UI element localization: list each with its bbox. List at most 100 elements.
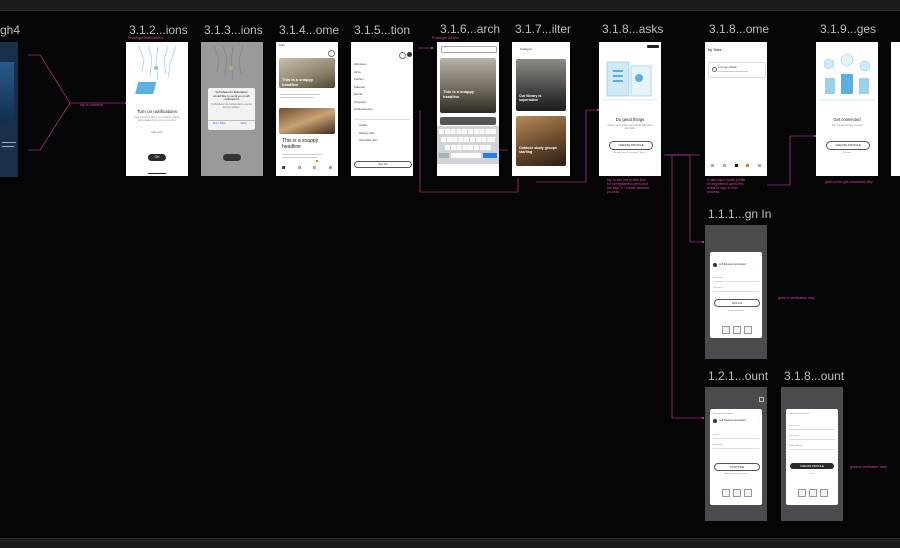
- frame-partial[interactable]: [891, 42, 900, 176]
- facebook-icon[interactable]: [722, 326, 730, 334]
- terms-link[interactable]: Terms: [786, 473, 838, 475]
- frame-label[interactable]: 1.1.1...gn In: [708, 207, 771, 221]
- ok-button[interactable]: OK: [148, 154, 166, 161]
- frame-home-feed[interactable]: 9:41 This is a snappy headline This is a…: [276, 42, 338, 176]
- last-name-field[interactable]: Last name: [789, 435, 799, 437]
- frame-search[interactable]: This is a snappy headline: [437, 42, 499, 176]
- frame-label[interactable]: 3.1.5...tion: [354, 23, 410, 37]
- create-profile-button[interactable]: CREATE PROFILE: [826, 141, 870, 150]
- sub-menu-item[interactable]: Update: [354, 122, 378, 130]
- frame-label[interactable]: 3.1.2...ions: [129, 23, 188, 37]
- create-profile-button[interactable]: CREATE PROFILE: [609, 141, 653, 150]
- frame-get-connected[interactable]: Get connected Join groups and stay in to…: [816, 42, 878, 176]
- school-name[interactable]: Jeff Measure Education: [719, 263, 746, 266]
- close-icon[interactable]: [399, 52, 406, 59]
- email-field[interactable]: Email: [713, 434, 718, 436]
- forgot-password-link[interactable]: Forgot password?: [710, 310, 762, 312]
- keyboard[interactable]: [437, 126, 499, 164]
- notifications-tab-icon[interactable]: [746, 164, 750, 167]
- allow-button[interactable]: Allow: [232, 122, 255, 125]
- chevron-down-icon[interactable]: ⌄: [758, 420, 760, 423]
- frame-label[interactable]: 3.1.8...ome: [709, 22, 769, 36]
- sub-menu-item[interactable]: Information Item: [354, 137, 378, 145]
- home-tab-icon[interactable]: [711, 164, 714, 167]
- profile-icon[interactable]: [328, 50, 335, 57]
- have-account-link[interactable]: Already have an account?: [710, 473, 762, 475]
- username-field[interactable]: Username: [713, 277, 723, 279]
- frame-create-profile[interactable]: First name Last name Email address CREAT…: [781, 387, 843, 521]
- menu-tab-icon[interactable]: [328, 166, 332, 169]
- frame-label[interactable]: 3.1.4...ome: [279, 23, 339, 37]
- frame-label[interactable]: 1.2.1...ount: [708, 369, 768, 383]
- google-icon[interactable]: [733, 489, 741, 497]
- settings-icon[interactable]: [759, 397, 764, 402]
- linkedin-icon[interactable]: [820, 489, 828, 497]
- sign-out-button[interactable]: Sign Out: [354, 161, 412, 168]
- facebook-icon[interactable]: [722, 489, 730, 497]
- tasks-tab-icon[interactable]: [734, 164, 738, 167]
- prototype-note[interactable]: goes to verification step: [850, 465, 887, 469]
- frame-label[interactable]: 3.1.7...ilter: [515, 22, 571, 36]
- space-key[interactable]: [451, 153, 481, 158]
- prototype-note[interactable]: tap to see the profile flow for unregist…: [607, 178, 649, 194]
- feed-image[interactable]: [279, 108, 335, 134]
- menu-item[interactable]: Inbox: [354, 69, 372, 77]
- frame-label[interactable]: 3.1.8...ount: [784, 369, 844, 383]
- numbers-key[interactable]: [439, 153, 449, 158]
- menu-item[interactable]: Events: [354, 91, 372, 99]
- frame-label[interactable]: gh4: [0, 23, 20, 37]
- facebook-icon[interactable]: [798, 489, 806, 497]
- frame-filter[interactable]: Category Our library is superlative Outd…: [512, 42, 570, 176]
- prototype-note[interactable]: goes to verification step: [778, 296, 815, 300]
- school-name[interactable]: Jeff Measure Education: [719, 419, 746, 422]
- frame-my-tasks[interactable]: My Tasks Let's get started: [705, 42, 767, 176]
- menu-item[interactable]: Contact: [354, 76, 372, 84]
- linkedin-icon[interactable]: [744, 326, 752, 334]
- frame-sign-in[interactable]: Jeff Measure Education ⌄ Username Passwo…: [705, 225, 767, 359]
- skip-button[interactable]: [647, 45, 659, 48]
- prototype-note[interactable]: goes to the get connected step: [825, 180, 873, 184]
- frame-notifications[interactable]: Turn on notifications Stay informed abou…: [126, 42, 188, 176]
- frame-navigation[interactable]: Abonnees Inbox Contact Kalender Events P…: [351, 42, 413, 176]
- frame-label[interactable]: 3.1.8...asks: [602, 22, 663, 36]
- check-icon[interactable]: [712, 67, 717, 72]
- linkedin-icon[interactable]: [744, 489, 752, 497]
- google-icon[interactable]: [809, 489, 817, 497]
- menu-item[interactable]: Kalender: [354, 84, 372, 92]
- google-icon[interactable]: [733, 326, 741, 334]
- search-input[interactable]: [441, 46, 497, 53]
- frame-permission-dialog[interactable]: "Jeff Measure Education" would like to s…: [201, 42, 263, 176]
- tasks-tab-icon[interactable]: [313, 166, 317, 169]
- prototype-note[interactable]: Prototype Search: [432, 36, 459, 40]
- frame-label[interactable]: 3.1.3...ions: [204, 23, 263, 37]
- continue-button[interactable]: CONTINUE: [714, 463, 760, 471]
- sign-in-link[interactable]: Already have an account? Sign in: [599, 152, 661, 154]
- menu-item[interactable]: Programs: [354, 99, 372, 107]
- menu-item[interactable]: Ondersteuning: [354, 106, 372, 114]
- not-now-link[interactable]: Not now: [126, 130, 188, 134]
- password-field[interactable]: Password: [713, 287, 723, 289]
- email-field[interactable]: Email address: [789, 445, 803, 447]
- sub-menu-item[interactable]: Settings Help: [354, 130, 378, 138]
- prototype-note[interactable]: Prototype Notifications: [128, 36, 163, 40]
- home-tab-icon[interactable]: [282, 166, 285, 169]
- first-name-field[interactable]: First name: [789, 425, 799, 427]
- avatar[interactable]: [407, 52, 412, 57]
- search-tab-icon[interactable]: [297, 166, 301, 169]
- frame-create-account[interactable]: Jeff Measure Education ⌄ Email Password …: [705, 387, 767, 521]
- password-field[interactable]: Password: [713, 444, 723, 446]
- create-profile-button[interactable]: CREATE PROFILE: [790, 463, 834, 469]
- filter-card-image[interactable]: [516, 59, 566, 111]
- frame-splash[interactable]: [0, 42, 18, 177]
- frame-tasks-intro[interactable]: Do great things Create your profile to g…: [599, 42, 661, 176]
- chevron-down-icon[interactable]: ⌄: [758, 264, 760, 267]
- filter-card-image[interactable]: [516, 116, 566, 166]
- prototype-note[interactable]: if user taps create profile for register…: [707, 178, 745, 194]
- task-card[interactable]: Let's get started: [708, 62, 766, 78]
- search-result-image[interactable]: [440, 117, 496, 125]
- dont-allow-button[interactable]: Don't Allow: [208, 122, 231, 125]
- frame-label[interactable]: 3.1.6...arch: [440, 22, 500, 36]
- frame-label[interactable]: 3.1.9...ges: [820, 22, 876, 36]
- search-result-image[interactable]: [440, 58, 496, 113]
- sign-in-button[interactable]: SIGN IN: [714, 299, 760, 307]
